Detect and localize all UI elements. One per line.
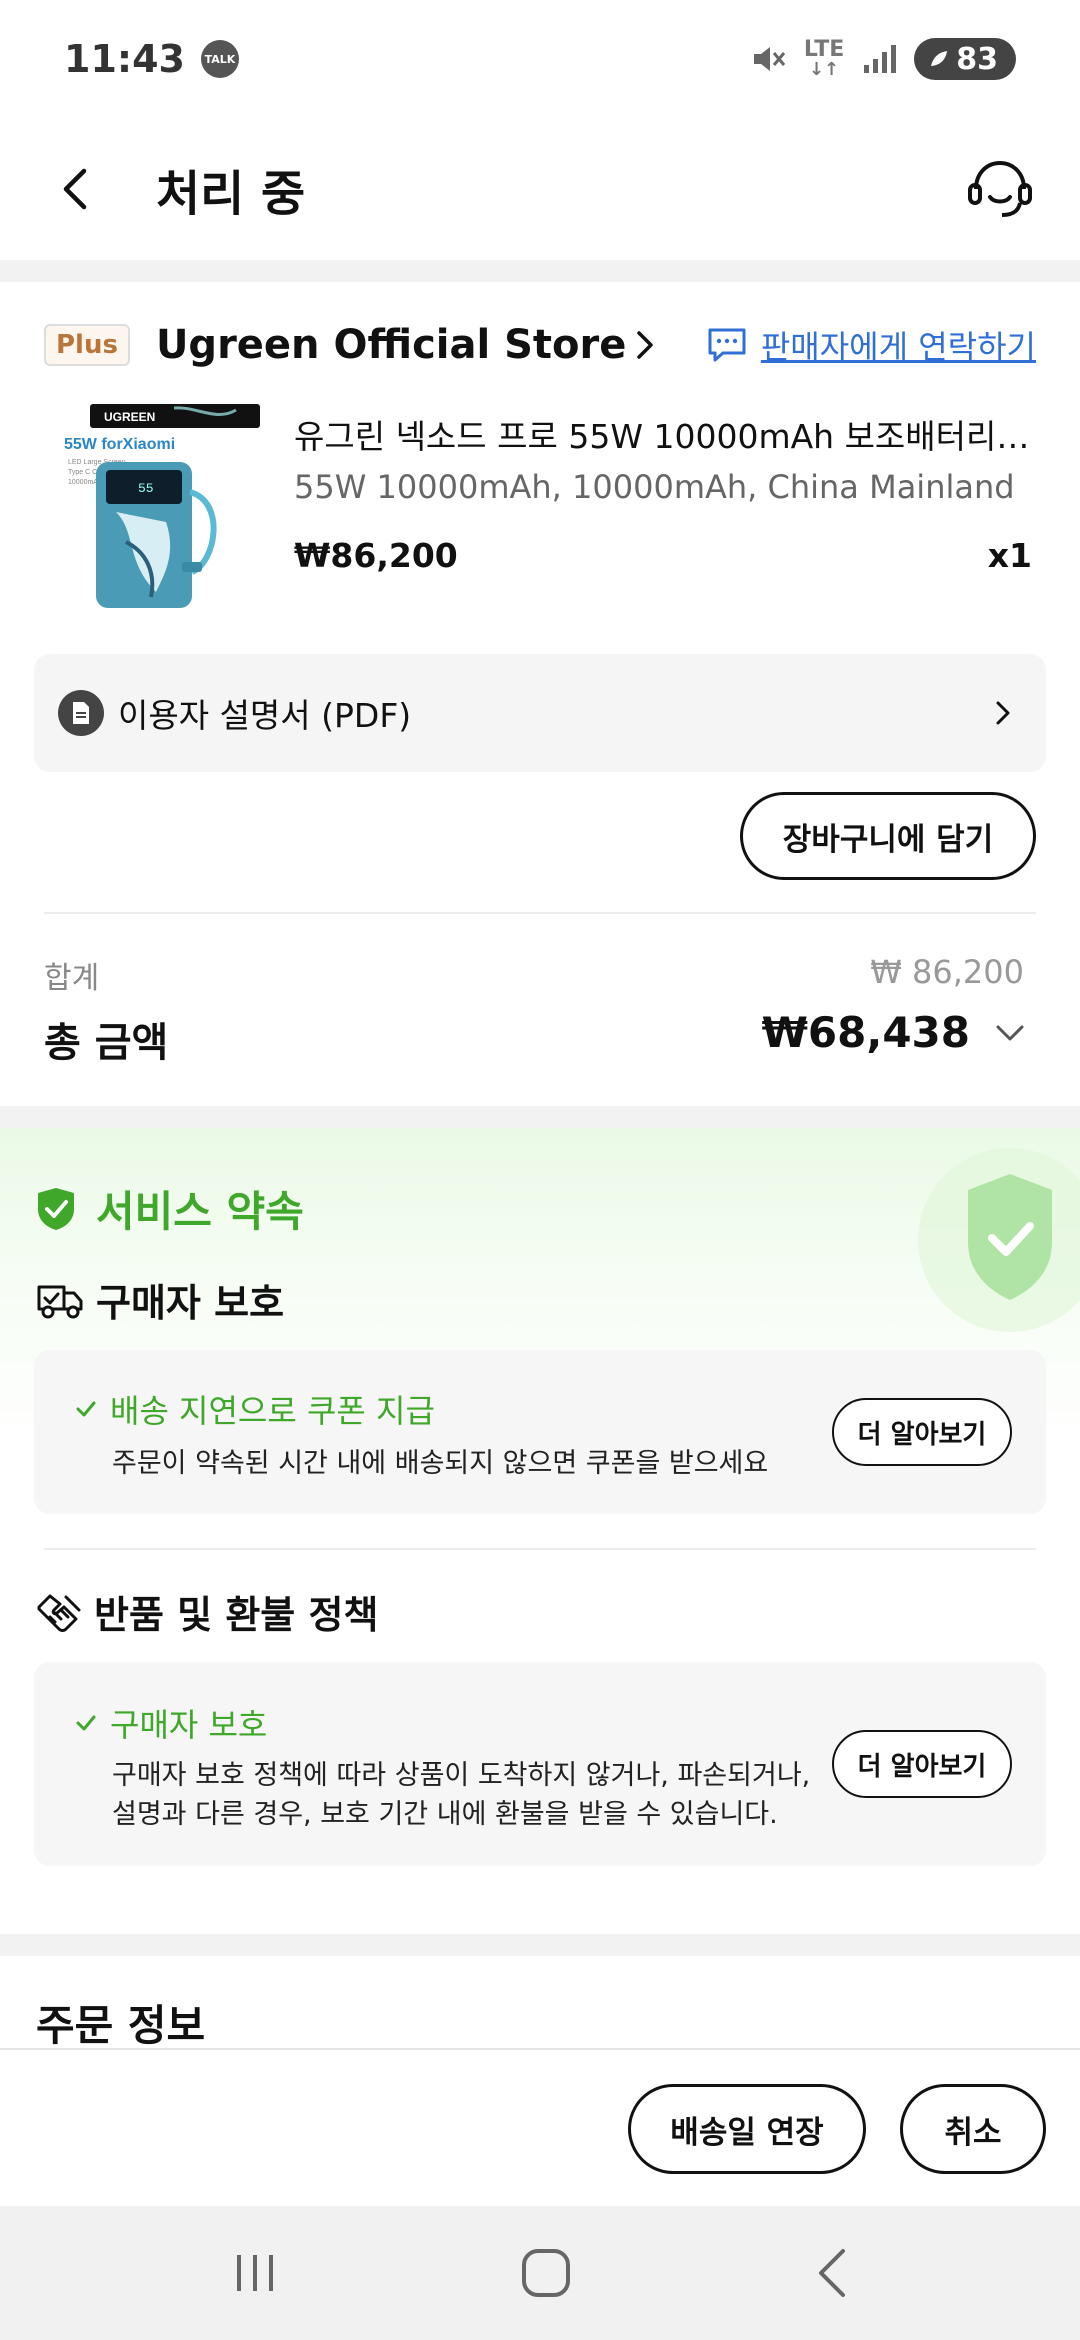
battery-level: 83 [956,41,998,77]
learn-more-button[interactable]: 더 알아보기 [832,1730,1012,1798]
buyer-protection-card-description: 구매자 보호 정책에 따라 상품이 도착하지 않거나, 파손되거나, 설명과 다… [112,1756,810,1834]
data-arrows-icon: ↓↑ [808,59,840,80]
delivery-truck-icon [37,1285,83,1318]
image-brand-text: UGREEN [104,410,155,424]
divider [44,912,1036,914]
signal-icon [864,45,897,73]
chevron-right-icon [637,331,654,359]
subtotal-label: 합계 [44,961,100,996]
refund-policy-heading: 반품 및 환불 정책 [94,1593,379,1637]
store-name-link[interactable]: Ugreen Official Store [156,322,626,368]
image-title-text: 55W forXiaomi [64,436,175,453]
product-quantity: x1 [987,536,1032,575]
shield-check-decoration-icon [918,1148,1080,1332]
total-label: 총 금액 [44,1020,169,1066]
product-title[interactable]: 유그린 넥소드 프로 55W 10000mAh 보조배터리 혼카이 스타레일 에… [294,410,1034,458]
shield-check-icon [38,1187,74,1230]
recent-apps-icon[interactable] [231,2249,279,2297]
buyer-protection-card-title: 구매자 보호 [110,1706,268,1744]
customer-support-button[interactable] [960,149,1040,229]
delay-coupon-title: 배송 지연으로 쿠폰 지급 [110,1392,435,1430]
total-amount-toggle[interactable]: ₩68,438 [762,1008,1024,1057]
checkmark-icon [76,1401,96,1417]
chevron-down-icon [996,1025,1024,1040]
product-variant: 55W 10000mAh, 10000mAh, China Mainland [294,468,1015,506]
description-line-1: 구매자 보호 정책에 따라 상품이 도착하지 않거나, 파손되거나, [112,1760,811,1791]
chevron-left-icon [63,168,87,210]
product-image[interactable]: UGREEN 55W forXiaomi LED Large Screen Ty… [56,402,270,612]
section-divider [0,1934,1080,1956]
app-header: 처리 중 [0,118,1080,260]
checkmark-icon [76,1715,96,1731]
status-bar: 11:43 TALK LTE ↓↑ 83 [0,0,1080,118]
page-title: 처리 중 [156,166,306,222]
chat-icon [708,328,746,362]
system-nav-bar [0,2206,1080,2340]
plus-badge: Plus [44,324,130,366]
status-time: 11:43 [64,37,185,81]
buyer-protection-card-title-row: 구매자 보호 [76,1700,267,1746]
divider [44,1548,1036,1550]
order-info-title: 주문 정보 [36,2001,206,2050]
bottom-action-bar: 배송일 연장 취소 [0,2048,1080,2206]
home-icon[interactable] [520,2247,572,2299]
section-divider [0,260,1080,282]
delay-coupon-title-row: 배송 지연으로 쿠폰 지급 [76,1386,435,1432]
learn-more-button[interactable]: 더 알아보기 [832,1398,1012,1466]
product-price: ₩86,200 [294,536,458,575]
user-manual-label: 이용자 설명서 (PDF) [118,696,412,735]
power-bank-image: UGREEN 55W forXiaomi LED Large Screen Ty… [64,404,260,608]
store-row: Plus Ugreen Official Store 판매자에게 연락하기 [44,315,1036,375]
battery-indicator: 83 [914,38,1016,80]
talk-notification-icon: TALK [200,40,239,78]
handshake-icon [37,1594,81,1632]
extend-delivery-button[interactable]: 배송일 연장 [628,2084,866,2174]
svg-text:55: 55 [138,481,154,496]
delay-coupon-description: 주문이 약속된 시간 내에 배송되지 않으면 쿠폰을 받으세요 [112,1448,769,1479]
status-icons: LTE ↓↑ 83 [750,38,1016,80]
contact-seller-link[interactable]: 판매자에게 연락하기 [707,322,1036,368]
refund-policy-heading-row: 반품 및 환불 정책 [36,1584,378,1639]
back-button[interactable] [40,154,110,224]
buyer-protection-heading: 구매자 보호 [96,1281,285,1325]
battery-saver-icon [931,51,948,66]
buyer-protection-heading-row: 구매자 보호 [36,1272,284,1327]
total-value: ₩68,438 [761,1008,970,1057]
mute-icon [753,47,785,71]
user-manual-row[interactable]: 이용자 설명서 (PDF) [34,654,1046,772]
headset-icon [968,160,1032,217]
document-icon [58,690,104,736]
cancel-button[interactable]: 취소 [900,2084,1046,2174]
back-nav-icon[interactable] [813,2247,849,2299]
add-to-cart-button[interactable]: 장바구니에 담기 [740,792,1036,880]
lte-icon: LTE ↓↑ [804,39,844,79]
section-divider [0,1106,1080,1128]
service-title: 서비스 약속 [96,1187,304,1236]
contact-seller-label: 판매자에게 연락하기 [760,328,1036,366]
subtotal-value: ₩ 86,200 [870,953,1024,991]
lte-label: LTE [803,37,845,62]
chevron-right-icon [996,701,1010,725]
service-title-row: 서비스 약속 [36,1178,304,1239]
description-line-2: 설명과 다른 경우, 보호 기간 내에 환불을 받을 수 있습니다. [112,1799,778,1831]
